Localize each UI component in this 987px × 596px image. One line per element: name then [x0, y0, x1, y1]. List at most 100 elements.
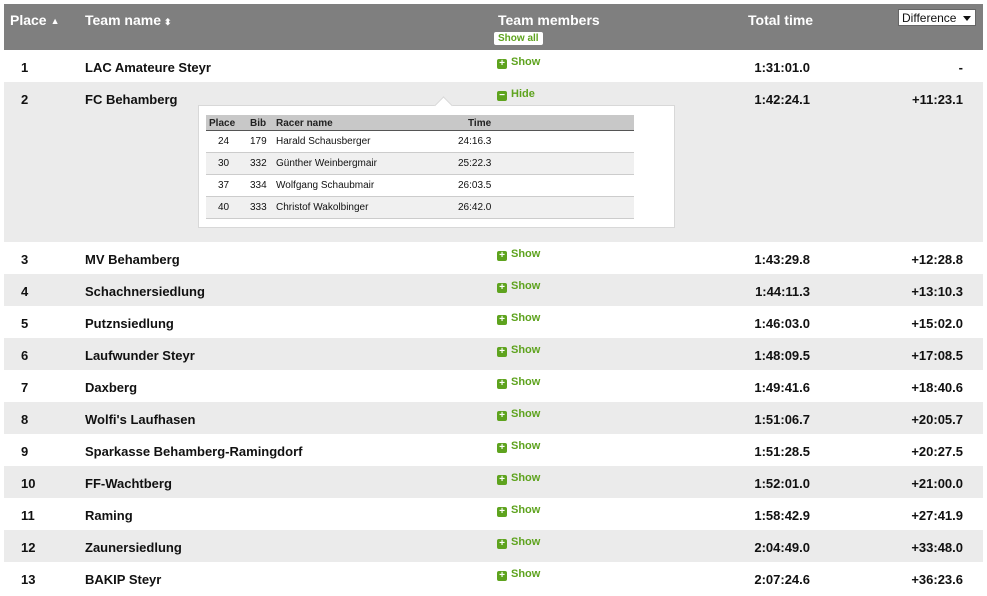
member-time: 26:03.5	[458, 180, 492, 191]
plus-icon: +	[497, 443, 507, 453]
results-table: Place ▲ Team name ⬍ Team members Show all …	[4, 4, 983, 594]
row-team-name: Schachnersiedlung	[85, 284, 205, 299]
show-members-toggle[interactable]: + Show	[497, 472, 540, 485]
sort-icon: ⬍	[164, 17, 172, 27]
member-bib: 332	[250, 158, 267, 169]
row-total-time: 1:43:29.8	[754, 252, 810, 267]
show-members-toggle[interactable]: + Show	[497, 504, 540, 517]
member-name: Günther Weinbergmair	[276, 158, 377, 169]
row-total-time: 1:44:11.3	[755, 284, 810, 299]
show-members-toggle[interactable]: + Show	[497, 536, 540, 549]
table-row: 1 LAC Amateure Steyr + Show 1:31:01.0 -	[4, 50, 983, 82]
plus-icon: +	[497, 347, 507, 357]
row-total-time: 1:49:41.6	[754, 380, 810, 395]
row-place: 4	[21, 284, 29, 299]
team-members-column-header: Team members	[498, 12, 600, 28]
show-members-toggle[interactable]: + Show	[497, 376, 540, 389]
plus-icon: +	[497, 283, 507, 293]
row-difference: +17:08.5	[911, 348, 963, 363]
table-row: 9 Sparkasse Behamberg-Ramingdorf + Show 1…	[4, 434, 983, 466]
table-row: 3 MV Behamberg + Show 1:43:29.8 +12:28.8	[4, 242, 983, 274]
member-time: 25:22.3	[458, 158, 492, 169]
row-team-name: Wolfi's Laufhasen	[85, 412, 196, 427]
members-table-header: Place Bib Racer name Time	[206, 115, 634, 131]
place-column-header[interactable]: Place ▲	[10, 12, 60, 28]
row-total-time: 1:48:09.5	[754, 348, 810, 363]
members-bib-header: Bib	[250, 118, 267, 129]
plus-icon: +	[497, 379, 507, 389]
table-row: 13 BAKIP Steyr + Show 2:07:24.6 +36:23.6	[4, 562, 983, 594]
row-place: 3	[21, 252, 29, 267]
row-team-name: Daxberg	[85, 380, 138, 395]
row-difference: -	[958, 60, 963, 75]
member-name: Harald Schausberger	[276, 136, 371, 147]
row-team-name: MV Behamberg	[85, 252, 180, 267]
show-all-button[interactable]: Show all	[494, 32, 543, 45]
row-difference: +33:48.0	[911, 540, 963, 555]
show-members-toggle[interactable]: + Show	[497, 344, 540, 357]
show-members-toggle[interactable]: + Show	[497, 568, 540, 581]
row-team-name: BAKIP Steyr	[85, 572, 162, 587]
difference-select[interactable]: Difference	[898, 9, 976, 26]
row-difference: +27:41.9	[911, 508, 963, 523]
members-name-header: Racer name	[276, 118, 333, 129]
member-row: 37 334 Wolfgang Schaubmair 26:03.5	[206, 175, 634, 197]
row-difference: +18:40.6	[911, 380, 963, 395]
row-total-time: 2:04:49.0	[754, 540, 810, 555]
member-row: 30 332 Günther Weinbergmair 25:22.3	[206, 153, 634, 175]
row-difference: +12:28.8	[911, 252, 963, 267]
plus-icon: +	[497, 315, 507, 325]
row-place: 2	[21, 92, 29, 107]
member-row: 24 179 Harald Schausberger 24:16.3	[206, 131, 634, 153]
member-row: 40 333 Christof Wakolbinger 26:42.0	[206, 197, 634, 219]
row-place: 11	[21, 508, 35, 523]
plus-icon: +	[497, 251, 507, 261]
table-header: Place ▲ Team name ⬍ Team members Show all …	[4, 4, 983, 50]
row-place: 9	[21, 444, 29, 459]
row-place: 12	[21, 540, 36, 555]
row-difference: +36:23.6	[911, 572, 963, 587]
show-members-toggle[interactable]: + Show	[497, 280, 540, 293]
row-place: 13	[21, 572, 36, 587]
sort-ascending-icon: ▲	[50, 16, 60, 26]
table-row: 2 FC Behamberg − Hide 1:42:24.1 +11:23.1 …	[4, 82, 983, 242]
row-total-time: 1:52:01.0	[754, 476, 810, 491]
row-team-name: FF-Wachtberg	[85, 476, 172, 491]
row-total-time: 1:51:06.7	[754, 412, 810, 427]
row-total-time: 1:51:28.5	[754, 444, 810, 459]
chevron-down-icon	[963, 16, 971, 21]
row-total-time: 1:42:24.1	[754, 92, 810, 107]
member-time: 26:42.0	[458, 202, 492, 213]
table-row: 8 Wolfi's Laufhasen + Show 1:51:06.7 +20:…	[4, 402, 983, 434]
plus-icon: +	[497, 539, 507, 549]
show-members-toggle[interactable]: + Show	[497, 248, 540, 261]
member-place: 30	[218, 158, 230, 169]
show-members-toggle[interactable]: + Show	[497, 408, 540, 421]
plus-icon: +	[497, 411, 507, 421]
row-team-name: Laufwunder Steyr	[85, 348, 195, 363]
member-time: 24:16.3	[458, 136, 492, 147]
row-difference: +21:00.0	[911, 476, 963, 491]
plus-icon: +	[497, 507, 507, 517]
member-place: 40	[218, 202, 230, 213]
row-place: 6	[21, 348, 29, 363]
row-place: 10	[21, 476, 36, 491]
table-row: 10 FF-Wachtberg + Show 1:52:01.0 +21:00.0	[4, 466, 983, 498]
show-members-toggle[interactable]: + Show	[497, 440, 540, 453]
member-place: 37	[218, 180, 230, 191]
total-time-column-header[interactable]: Total time	[748, 12, 813, 28]
show-members-toggle[interactable]: + Show	[497, 56, 540, 69]
row-difference: +15:02.0	[911, 316, 963, 331]
show-members-toggle[interactable]: + Show	[497, 312, 540, 325]
team-members-popup: Place Bib Racer name Time 24 179 Harald …	[198, 96, 675, 228]
row-total-time: 1:58:42.9	[754, 508, 810, 523]
row-team-name: Putznsiedlung	[85, 316, 174, 331]
table-row: 12 Zaunersiedlung + Show 2:04:49.0 +33:48…	[4, 530, 983, 562]
plus-icon: +	[497, 571, 507, 581]
member-name: Wolfgang Schaubmair	[276, 180, 375, 191]
team-name-column-header[interactable]: Team name ⬍	[85, 12, 172, 28]
row-total-time: 2:07:24.6	[754, 572, 810, 587]
hide-members-toggle[interactable]: − Hide	[497, 88, 535, 101]
row-total-time: 1:46:03.0	[754, 316, 810, 331]
table-row: 5 Putznsiedlung + Show 1:46:03.0 +15:02.0	[4, 306, 983, 338]
